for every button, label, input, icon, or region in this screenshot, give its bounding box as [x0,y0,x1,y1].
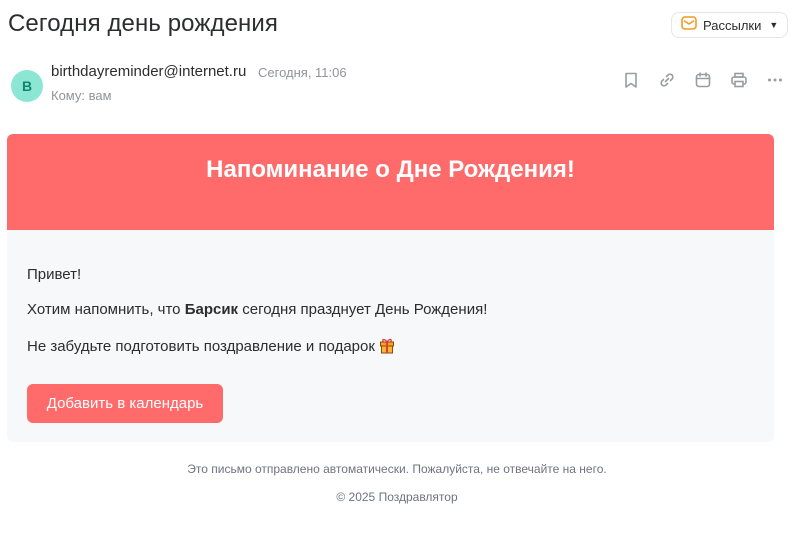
bookmark-icon[interactable] [622,70,640,90]
gift-reminder-label: Не забудьте подготовить поздравление и п… [27,338,375,355]
sender-email[interactable]: birthdayreminder@internet.ru [51,63,246,80]
print-icon[interactable] [730,70,748,90]
avatar: B [11,70,43,102]
birthday-person-name: Барсик [184,301,239,318]
add-to-calendar-button[interactable]: Добавить в календарь [27,384,223,423]
copyright-text: © 2025 Поздравлятор [336,490,458,504]
email-subject: Сегодня день рождения [8,10,279,37]
category-dropdown[interactable]: Рассылки ▼ [671,12,789,38]
email-body: Привет! Хотим напомнить, что Барсик сего… [7,230,774,442]
link-icon[interactable] [658,70,676,90]
newsletter-envelope-icon [681,15,697,35]
recipient-line: Кому: вам [51,88,112,103]
auto-sent-note: Это письмо отправлено автоматически. Пож… [187,462,607,476]
chevron-down-icon: ▼ [769,20,779,30]
gift-icon [379,336,395,354]
reminder-text: Хотим напомнить, что Барсик сегодня праз… [27,301,487,318]
category-label: Рассылки [703,17,762,33]
email-heading: Напоминание о Дне Рождения! [206,156,575,183]
calendar-icon[interactable] [694,70,712,90]
message-toolbar [622,70,784,90]
email-view: Сегодня день рождения Рассылки ▼ B birth… [0,0,794,533]
greeting-text: Привет! [27,266,82,283]
more-icon[interactable] [766,70,784,90]
reminder-suffix: сегодня празднует День Рождения! [238,301,488,318]
received-date: Сегодня, 11:06 [258,65,347,80]
gift-reminder-text: Не забудьте подготовить поздравление и п… [27,336,395,355]
reminder-prefix: Хотим напомнить, что [27,301,185,318]
email-banner: Напоминание о Дне Рождения! [7,134,774,230]
